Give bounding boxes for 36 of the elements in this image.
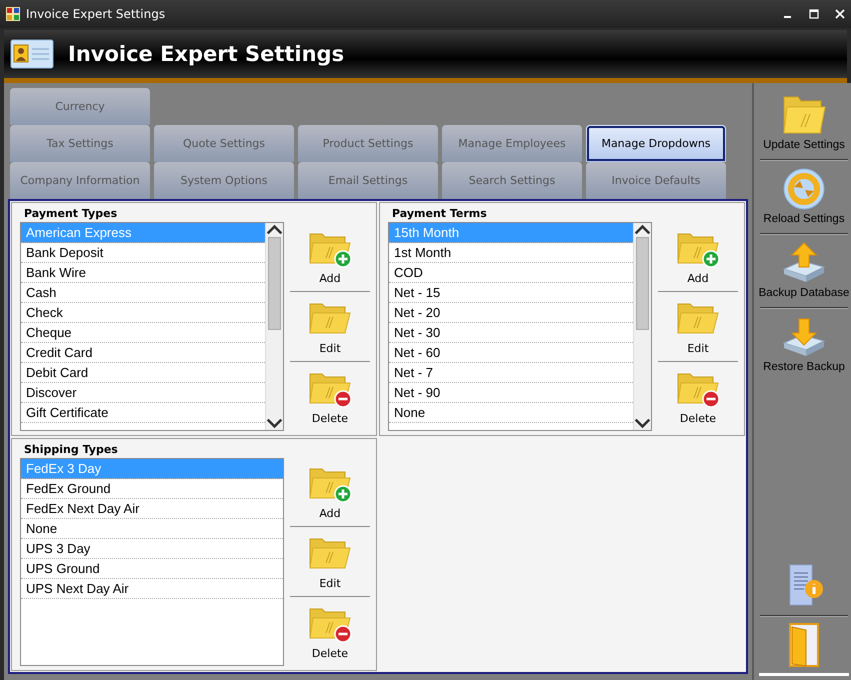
app-header-title: Invoice Expert Settings [68,42,344,66]
list-box[interactable]: FedEx 3 Day FedEx Ground FedEx Next Day Air None UPS 3 Day UPS Ground UPS Next Day Air [20,458,284,666]
window-title: Invoice Expert Settings [26,7,166,21]
restore-backup-button[interactable]: Restore Backup [763,311,845,379]
scrollbar[interactable] [633,223,651,430]
list-item[interactable]: None [21,518,283,538]
delete-button[interactable]: Delete [290,597,370,666]
group-title: Shipping Types [24,442,119,456]
tab[interactable]: Manage Dropdowns [586,125,726,162]
update-settings-button[interactable]: Update Settings [763,89,845,157]
maximize-icon[interactable] [809,9,819,19]
add-button[interactable]: Add [290,458,370,526]
edit-button[interactable]: Edit [290,527,370,596]
add-button[interactable]: Add [658,222,738,291]
contact-card-icon [10,37,54,71]
group-title: Payment Types [24,207,118,220]
list-item[interactable]: FedEx Ground [21,478,283,498]
edit-button[interactable]: Edit [290,292,370,361]
reload-settings-button[interactable]: Reload Settings [763,163,845,231]
list-item[interactable]: UPS Next Day Air [21,578,283,598]
list-box[interactable]: 15th Month 1st Month COD Net - 15 Net - 20 Net - 30 Net - 60 Net - 7 Net - 90 None [388,222,652,430]
list-item[interactable]: UPS 3 Day [21,538,283,558]
scrollbar[interactable] [265,223,283,430]
app-icon [6,7,20,21]
list-box[interactable]: American Express Bank Deposit Bank Wire Cash Check Cheque Credit Card Debit Card Discover Gift Certificate [20,222,284,430]
scroll-up-icon[interactable] [634,223,651,237]
group-title: Payment Terms [392,207,488,220]
add-button[interactable]: Add [290,222,370,291]
edit-button[interactable]: Edit [658,292,738,361]
close-icon[interactable] [835,9,845,19]
backup-database-button[interactable]: Backup Database [758,237,850,305]
list-item[interactable]: FedEx Next Day Air [21,498,283,518]
delete-button[interactable]: Delete [658,362,738,430]
list-item[interactable]: UPS Ground [21,558,283,578]
delete-button[interactable]: Delete [290,362,370,430]
scroll-up-icon[interactable] [266,223,283,237]
